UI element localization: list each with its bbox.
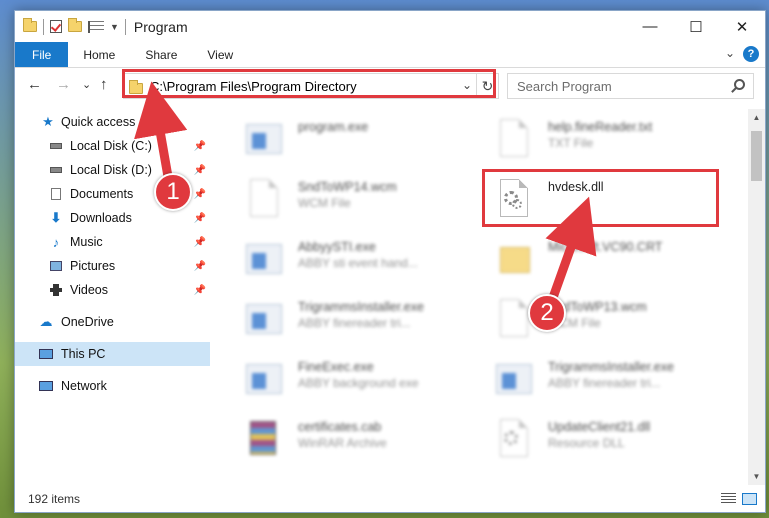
step-2-badge: 2: [528, 294, 566, 332]
annotation-arrows: [134, 81, 597, 308]
step-1-badge: 1: [154, 173, 192, 211]
arrow-2: [545, 196, 597, 308]
